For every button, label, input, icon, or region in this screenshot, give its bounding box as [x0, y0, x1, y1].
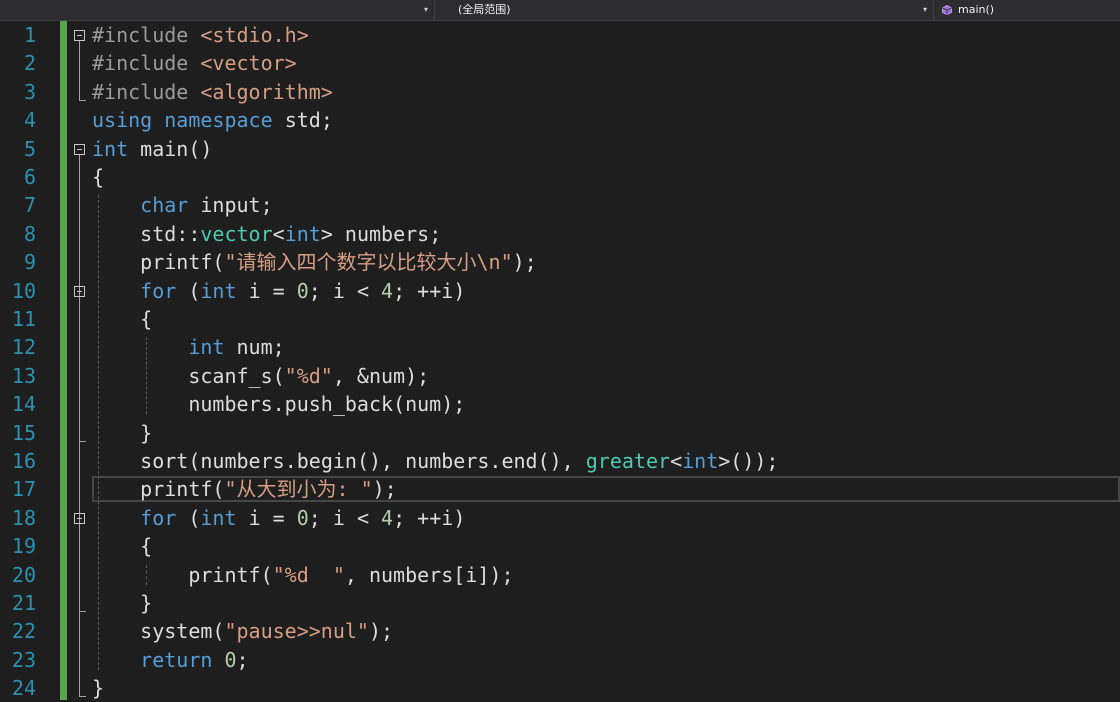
line-number: 12: [11, 335, 36, 359]
code-line[interactable]: printf("从大到小为: ");: [92, 475, 397, 503]
outlining-margin: [67, 21, 92, 700]
line-number: 14: [11, 392, 36, 416]
line-number: 6: [23, 165, 36, 189]
code-line[interactable]: using namespace std;: [92, 106, 333, 134]
code-line[interactable]: for (int i = 0; i < 4; ++i): [92, 504, 465, 532]
code-line[interactable]: char input;: [92, 191, 272, 219]
collapse-icon[interactable]: [74, 144, 85, 155]
code-line[interactable]: for (int i = 0; i < 4; ++i): [92, 277, 465, 305]
fold-range-line: [79, 297, 80, 441]
scope-dropdown[interactable]: (全局范围) ▾: [436, 0, 934, 20]
line-number: 20: [11, 563, 36, 587]
chevron-down-icon: ▾: [423, 5, 428, 14]
code-line[interactable]: return 0;: [92, 646, 248, 674]
code-editor[interactable]: 1 2 3 4 5 6 7 8 9 10 11 12 13 14 15 16 17 18 19 20 21 22 23 24 …: [0, 21, 1120, 700]
code-line[interactable]: int main(): [92, 135, 212, 163]
line-number: 1: [23, 23, 36, 47]
code-line[interactable]: numbers.push_back(num);: [92, 390, 465, 418]
scope-dropdown-label: (全局范围): [458, 3, 511, 16]
line-number: 18: [11, 506, 36, 530]
code-line[interactable]: {: [92, 305, 152, 333]
fold-end-tick: [79, 611, 86, 612]
line-number: 3: [23, 80, 36, 104]
line-number: 19: [11, 534, 36, 558]
fold-range-line: [79, 41, 80, 100]
line-number: 5: [23, 137, 36, 161]
line-number: 2: [23, 51, 36, 75]
indent-guide: [146, 565, 147, 585]
method-cube-icon: [942, 5, 952, 15]
line-number: 24: [11, 676, 36, 700]
collapse-icon[interactable]: [74, 513, 85, 524]
code-line[interactable]: printf("%d ", numbers[i]);: [92, 561, 513, 589]
code-line[interactable]: {: [92, 532, 152, 560]
member-dropdown-label: main(): [958, 3, 995, 16]
line-number: 15: [11, 421, 36, 445]
code-line[interactable]: }: [92, 419, 152, 447]
code-line[interactable]: #include <stdio.h>: [92, 21, 309, 49]
indent-guide: [146, 337, 147, 414]
code-line[interactable]: printf("请输入四个数字以比较大小\n");: [92, 248, 537, 276]
line-number: 4: [23, 108, 36, 132]
change-tracking-bar: [60, 21, 67, 700]
fold-end-tick: [79, 441, 86, 442]
fold-range-line: [79, 524, 80, 611]
collapse-icon[interactable]: [74, 286, 85, 297]
code-line[interactable]: }: [92, 589, 152, 617]
collapse-icon[interactable]: [74, 30, 85, 41]
chevron-down-icon: ▾: [922, 5, 927, 14]
line-number: 21: [11, 591, 36, 615]
line-number: 11: [11, 307, 36, 331]
line-number: 13: [11, 364, 36, 388]
code-line[interactable]: std::vector<int> numbers;: [92, 220, 441, 248]
code-line[interactable]: #include <algorithm>: [92, 78, 333, 106]
fold-end-tick: [79, 100, 86, 101]
line-number: 9: [23, 250, 36, 274]
line-number: 10: [11, 279, 36, 303]
code-area[interactable]: #include <stdio.h> #include <vector> #incl…: [92, 21, 1120, 700]
line-number: 7: [23, 193, 36, 217]
member-dropdown[interactable]: main(): [936, 0, 1120, 20]
line-number: 16: [11, 449, 36, 473]
code-line[interactable]: system("pause>>nul");: [92, 617, 393, 645]
code-line[interactable]: #include <vector>: [92, 49, 297, 77]
navigation-bar: ▾ (全局范围) ▾ main(): [0, 0, 1120, 21]
code-line[interactable]: }: [92, 674, 104, 702]
code-line[interactable]: int num;: [92, 333, 284, 361]
code-line[interactable]: scanf_s("%d", &num);: [92, 362, 429, 390]
indent-guide: [98, 195, 99, 670]
project-dropdown[interactable]: ▾: [0, 0, 435, 20]
line-number: 23: [11, 648, 36, 672]
line-number-gutter: 1 2 3 4 5 6 7 8 9 10 11 12 13 14 15 16 17 18 19 20 21 22 23 24: [0, 21, 60, 700]
line-number: 8: [23, 222, 36, 246]
line-number: 17: [11, 477, 36, 501]
fold-end-tick: [79, 696, 86, 697]
code-line[interactable]: {: [92, 163, 104, 191]
code-line[interactable]: sort(numbers.begin(), numbers.end(), gre…: [92, 447, 778, 475]
line-number: 22: [11, 619, 36, 643]
